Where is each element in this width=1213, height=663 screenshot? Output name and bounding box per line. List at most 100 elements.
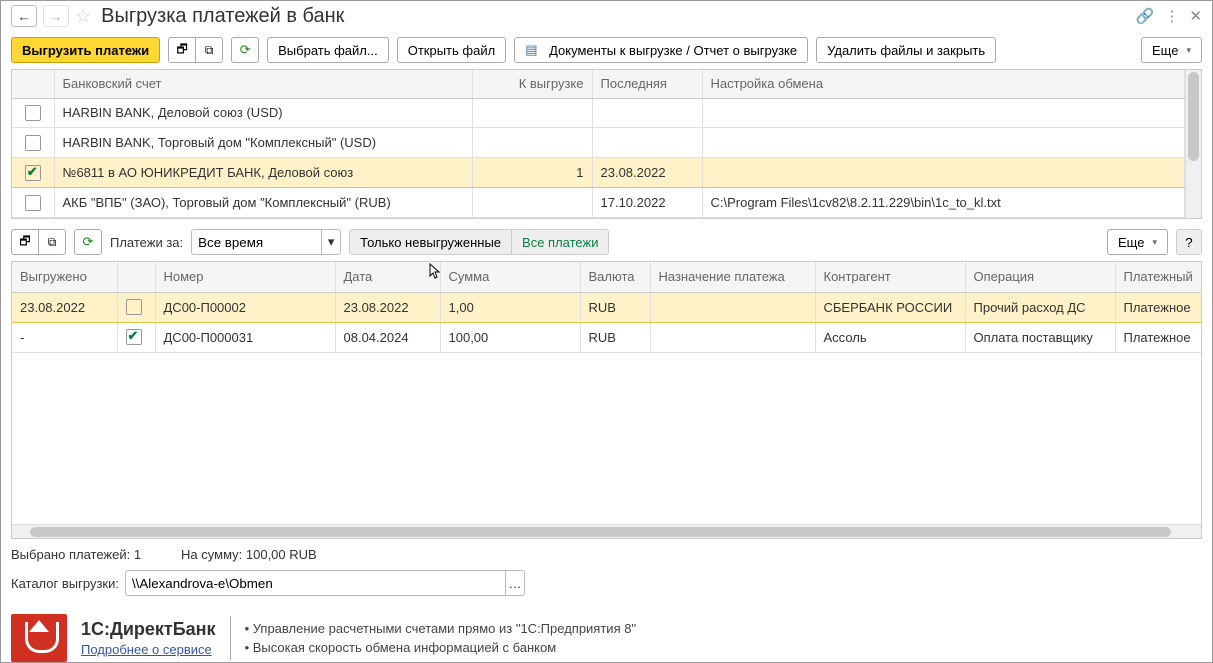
uncheck-all-payments-button[interactable] <box>38 229 66 255</box>
help-button[interactable]: ? <box>1176 229 1202 255</box>
header-purpose[interactable]: Назначение платежа <box>650 262 815 292</box>
accounts-grid[interactable]: Банковский счет К выгрузке Последняя Нас… <box>11 69 1202 219</box>
cell-settings <box>702 128 1185 158</box>
refresh-payments-button[interactable]: ⟳ <box>74 229 102 255</box>
cell-settings <box>702 98 1185 128</box>
page-title: Выгрузка платежей в банк <box>101 5 1130 28</box>
cell-exported: 23.08.2022 <box>12 292 117 322</box>
header-currency[interactable]: Валюта <box>580 262 650 292</box>
account-row[interactable]: АКБ "ВПБ" (ЗАО), Торговый дом "Комплексн… <box>12 188 1185 218</box>
forward-button[interactable]: → <box>43 5 69 27</box>
cell-last <box>592 98 702 128</box>
cell-to-export <box>472 128 592 158</box>
period-input[interactable] <box>191 229 321 255</box>
cell-currency: RUB <box>580 322 650 352</box>
cell-settings: C:\Program Files\1cv82\8.2.11.229\bin\1c… <box>702 188 1185 218</box>
cell-operation: Прочий расход ДС <box>965 292 1115 322</box>
cell-account: №6811 в АО ЮНИКРЕДИТ БАНК, Деловой союз <box>54 158 472 188</box>
cell-exported: - <box>12 322 117 352</box>
cell-counterparty: СБЕРБАНК РОССИИ <box>815 292 965 322</box>
account-row[interactable]: HARBIN BANK, Деловой союз (USD) <box>12 98 1185 128</box>
link-icon[interactable]: 🔗 <box>1136 7 1155 25</box>
directory-browse-button[interactable]: … <box>505 570 525 596</box>
row-checkbox[interactable] <box>25 165 41 181</box>
back-button[interactable]: ← <box>11 5 37 27</box>
cell-counterparty: Ассоль <box>815 322 965 352</box>
cell-last: 17.10.2022 <box>592 188 702 218</box>
open-file-button[interactable]: Открыть файл <box>397 37 506 63</box>
payments-hscrollbar[interactable] <box>12 524 1201 538</box>
header-operation[interactable]: Операция <box>965 262 1115 292</box>
cell-number: ДС00-П00002 <box>155 292 335 322</box>
header-to-export[interactable]: К выгрузке <box>472 70 592 98</box>
header-order[interactable]: Платежный <box>1115 262 1201 292</box>
header-counterparty[interactable]: Контрагент <box>815 262 965 292</box>
cell-to-export <box>472 98 592 128</box>
directbank-logo-icon <box>11 614 67 662</box>
more-icon[interactable]: ⋮ <box>1164 7 1179 25</box>
sum-label: На сумму: 100,00 RUB <box>181 547 317 562</box>
cell-currency: RUB <box>580 292 650 322</box>
header-account[interactable]: Банковский счет <box>54 70 472 98</box>
row-checkbox[interactable] <box>25 135 41 151</box>
accounts-scrollbar[interactable] <box>1185 70 1201 218</box>
check-all-payments-button[interactable] <box>11 229 39 255</box>
favorite-icon[interactable]: ☆ <box>75 6 91 27</box>
payment-row[interactable]: -ДС00-П00003108.04.2024100,00RUBАссольОп… <box>12 322 1201 352</box>
uncheck-all-button[interactable] <box>195 37 223 63</box>
select-file-button[interactable]: Выбрать файл... <box>267 37 389 63</box>
header-number[interactable]: Номер <box>155 262 335 292</box>
cell-order: Платежное <box>1115 322 1201 352</box>
close-icon[interactable]: ✕ <box>1189 7 1202 25</box>
cell-purpose <box>650 292 815 322</box>
cell-date: 08.04.2024 <box>335 322 440 352</box>
divider <box>230 616 231 660</box>
cell-sum: 1,00 <box>440 292 580 322</box>
cell-account: HARBIN BANK, Торговый дом "Комплексный" … <box>54 128 472 158</box>
account-row[interactable]: №6811 в АО ЮНИКРЕДИТ БАНК, Деловой союз1… <box>12 158 1185 188</box>
export-payments-button[interactable]: Выгрузить платежи <box>11 37 160 63</box>
cell-date: 23.08.2022 <box>335 292 440 322</box>
cell-account: АКБ "ВПБ" (ЗАО), Торговый дом "Комплексн… <box>54 188 472 218</box>
row-checkbox[interactable] <box>126 299 142 315</box>
check-all-button[interactable] <box>168 37 196 63</box>
uncheck-all-icon <box>48 234 57 250</box>
toolbar-more-button[interactable]: Еще <box>1141 37 1202 63</box>
row-checkbox[interactable] <box>126 329 142 345</box>
header-check <box>12 70 54 98</box>
cell-order: Платежное <box>1115 292 1201 322</box>
period-dropdown-button[interactable]: ▾ <box>321 229 341 255</box>
uncheck-all-icon <box>205 42 214 58</box>
documents-report-button[interactable]: ▤ Документы к выгрузке / Отчет о выгрузк… <box>514 37 808 63</box>
all-payments-button[interactable]: Все платежи <box>511 229 609 255</box>
header-last[interactable]: Последняя <box>592 70 702 98</box>
header-date[interactable]: Дата <box>335 262 440 292</box>
payments-grid[interactable]: Выгружено Номер Дата Сумма Валюта Назнач… <box>11 261 1202 539</box>
payment-row[interactable]: 23.08.2022ДС00-П0000223.08.20221,00RUBСБ… <box>12 292 1201 322</box>
payments-for-label: Платежи за: <box>110 235 183 250</box>
delete-files-close-button[interactable]: Удалить файлы и закрыть <box>816 37 996 63</box>
only-not-exported-button[interactable]: Только невыгруженные <box>349 229 512 255</box>
cell-last: 23.08.2022 <box>592 158 702 188</box>
banner-bullets: • Управление расчетными счетами прямо из… <box>245 619 637 658</box>
banner-link[interactable]: Подробнее о сервисе <box>81 642 216 657</box>
selected-count-label: Выбрано платежей: 1 <box>11 547 141 562</box>
refresh-icon: ⟳ <box>83 234 94 250</box>
toolbar2-more-button[interactable]: Еще <box>1107 229 1168 255</box>
check-all-icon <box>19 232 30 253</box>
refresh-accounts-button[interactable]: ⟳ <box>231 37 259 63</box>
cell-settings <box>702 158 1185 188</box>
cell-to-export: 1 <box>472 158 592 188</box>
row-checkbox[interactable] <box>25 105 41 121</box>
header-chk[interactable] <box>117 262 155 292</box>
banner-title: 1С:ДиректБанк <box>81 619 216 640</box>
cell-to-export <box>472 188 592 218</box>
header-sum[interactable]: Сумма <box>440 262 580 292</box>
directory-input[interactable] <box>125 570 505 596</box>
header-exported[interactable]: Выгружено <box>12 262 117 292</box>
account-row[interactable]: HARBIN BANK, Торговый дом "Комплексный" … <box>12 128 1185 158</box>
header-settings[interactable]: Настройка обмена <box>702 70 1185 98</box>
row-checkbox[interactable] <box>25 195 41 211</box>
cell-number: ДС00-П000031 <box>155 322 335 352</box>
cell-purpose <box>650 322 815 352</box>
